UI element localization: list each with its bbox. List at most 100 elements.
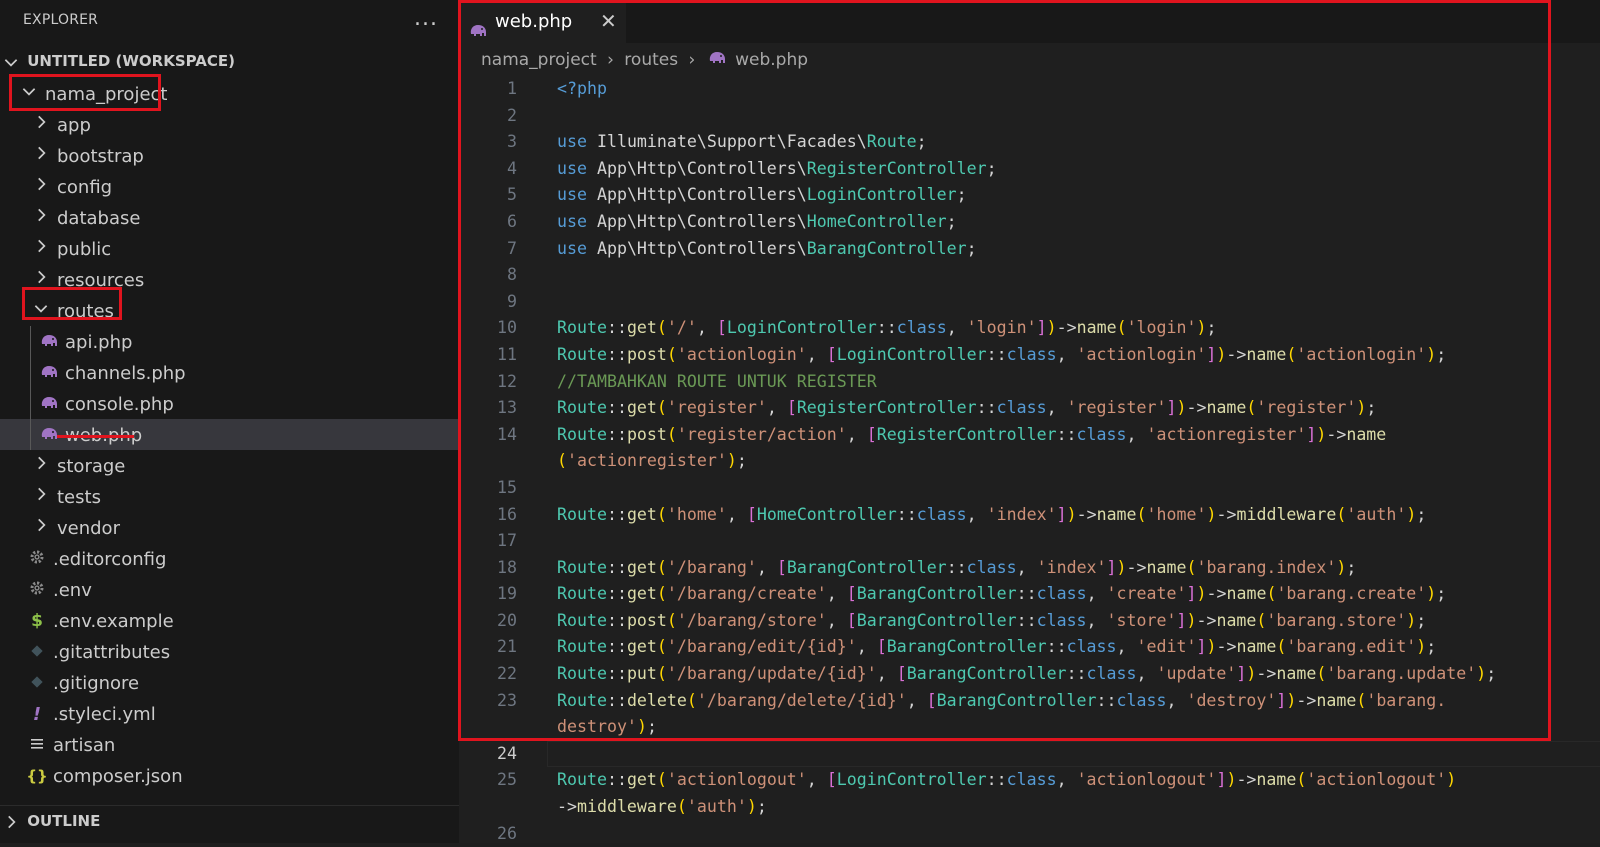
tab-web-php[interactable]: web.php ✕: [459, 0, 626, 44]
chevron-right-icon: [30, 203, 52, 234]
code-line[interactable]: 9: [459, 289, 1600, 316]
code-token: ): [1246, 664, 1257, 684]
code-line[interactable]: 18 Route::get('/barang', [BarangControlle…: [459, 555, 1600, 582]
code-line[interactable]: ->middleware('auth');: [459, 794, 1600, 821]
tree-item-editorconfig[interactable]: .editorconfig: [0, 543, 459, 574]
code-line[interactable]: 17: [459, 528, 1600, 555]
code-line[interactable]: 15: [459, 475, 1600, 502]
tree-item-env[interactable]: .env: [0, 574, 459, 605]
code-line[interactable]: 4 use App\Http\Controllers\RegisterContro…: [459, 156, 1600, 183]
code-token: [: [846, 610, 857, 630]
tree-item-console-php[interactable]: console.php: [0, 388, 459, 419]
code-line[interactable]: 10 Route::get('/', [LoginController::clas…: [459, 315, 1600, 342]
code-token: ::: [976, 398, 997, 418]
code-token: ::: [606, 424, 627, 444]
tree-item-storage[interactable]: storage: [0, 450, 459, 481]
tree-item-routes[interactable]: routes: [0, 295, 459, 326]
tree-item-vendor[interactable]: vendor: [0, 512, 459, 543]
breadcrumb-item-file[interactable]: web.php: [735, 50, 808, 70]
code-token: RegisterController: [796, 398, 977, 418]
tree-item-api-php[interactable]: api.php: [0, 326, 459, 357]
php-elephant-icon: [38, 389, 60, 420]
code-line[interactable]: destroy');: [459, 714, 1600, 741]
code-token: ;: [646, 717, 657, 737]
code-line[interactable]: 8: [459, 262, 1600, 289]
tree-item-label: vendor: [57, 517, 120, 539]
tree-item-app[interactable]: app: [0, 109, 459, 140]
chevron-right-icon: [30, 141, 52, 172]
code-line[interactable]: 6 use App\Http\Controllers\HomeController…: [459, 209, 1600, 236]
code-line[interactable]: ('actionregister');: [459, 448, 1600, 475]
close-icon[interactable]: ✕: [600, 1, 617, 42]
code-line[interactable]: 22 Route::put('/barang/update/{id}', [Bar…: [459, 661, 1600, 688]
code-token: ]: [1186, 584, 1197, 604]
code-line[interactable]: 24: [459, 740, 1600, 768]
code-line[interactable]: 23 Route::delete('/barang/delete/{id}', […: [459, 688, 1600, 715]
code-token: ): [1406, 610, 1417, 630]
line-number: 1: [507, 79, 517, 98]
code-line[interactable]: 13 Route::get('register', [RegisterContro…: [459, 395, 1600, 422]
line-content: <?php: [557, 76, 607, 103]
tree-item-artisan[interactable]: artisan: [0, 729, 459, 760]
code-line[interactable]: 25 Route::get('actionlogout', [LoginContr…: [459, 767, 1600, 794]
code-token: Route: [557, 424, 607, 444]
code-token: App\Http\Controllers\: [596, 158, 807, 178]
code-line[interactable]: 2: [459, 103, 1600, 130]
code-token: class: [916, 504, 967, 524]
code-token: BarangController: [786, 557, 947, 577]
code-token: (: [656, 398, 667, 418]
code-token: 'barang.edit': [1286, 637, 1417, 657]
code-token: Route: [866, 132, 917, 152]
tree-item-bootstrap[interactable]: bootstrap: [0, 140, 459, 171]
code-token: ): [1176, 398, 1187, 418]
code-line[interactable]: 26: [459, 821, 1600, 847]
code-line[interactable]: 21 Route::get('/barang/edit/{id}', [Baran…: [459, 634, 1600, 661]
code-token: ,: [696, 318, 717, 338]
code-token: BarangController: [886, 637, 1047, 657]
tree-item-resources[interactable]: resources: [0, 264, 459, 295]
tree-item-gitattributes[interactable]: .gitattributes: [0, 636, 459, 667]
tree-item-channels-php[interactable]: channels.php: [0, 357, 459, 388]
code-token: ,: [1086, 584, 1107, 604]
line-number: 5: [507, 185, 517, 205]
code-line[interactable]: 19 Route::get('/barang/create', [BarangCo…: [459, 581, 1600, 608]
more-actions-icon[interactable]: ...: [414, 6, 438, 31]
chevron-right-icon: [30, 451, 52, 482]
tree-item-config[interactable]: config: [0, 171, 459, 202]
workspace-header[interactable]: UNTITLED (WORKSPACE): [0, 47, 459, 75]
code-token: middleware: [1236, 504, 1337, 524]
code-line[interactable]: 16 Route::get('home', [HomeController::cl…: [459, 502, 1600, 529]
code-token: ->: [1186, 398, 1207, 418]
code-token: (: [1296, 770, 1307, 790]
code-line[interactable]: 1 <?php: [459, 76, 1600, 103]
breadcrumb-item-routes[interactable]: routes: [624, 50, 678, 70]
tree-item-nama-project[interactable]: nama_project: [0, 78, 459, 109]
line-number: 9: [507, 291, 517, 311]
breadcrumb-item-project[interactable]: nama_project: [481, 50, 597, 70]
code-line[interactable]: 14 Route::post('register/action', [Regist…: [459, 422, 1600, 449]
line-content: Route::post('register/action', [Register…: [557, 422, 1386, 449]
outline-header[interactable]: OUTLINE: [0, 805, 459, 836]
code-line[interactable]: 7 use App\Http\Controllers\BarangControll…: [459, 236, 1600, 263]
code-line[interactable]: 12 //TAMBAHKAN ROUTE UNTUK REGISTER: [459, 369, 1600, 396]
tree-item-database[interactable]: database: [0, 202, 459, 233]
code-token: BarangController: [856, 584, 1017, 604]
tree-item-gitignore[interactable]: .gitignore: [0, 667, 459, 698]
code-token: 'login': [966, 318, 1037, 338]
code-token: ::: [946, 557, 967, 577]
code-token: ;: [956, 185, 967, 205]
code-line[interactable]: 11 Route::post('actionlogin', [LoginContr…: [459, 342, 1600, 369]
code-line[interactable]: 20 Route::post('/barang/store', [BarangCo…: [459, 608, 1600, 635]
code-token: ): [726, 451, 737, 471]
tree-item-env-example[interactable]: $ .env.example: [0, 605, 459, 636]
tree-item-styleci-yml[interactable]: ! .styleci.yml: [0, 698, 459, 729]
tree-item-label: routes: [57, 300, 114, 322]
code-token: '/barang/store': [676, 610, 827, 630]
code-token: ::: [606, 690, 627, 710]
code-editor[interactable]: 1 <?php 2 3 use Illuminate\Support\Facades\R…: [459, 76, 1600, 847]
tree-item-public[interactable]: public: [0, 233, 459, 264]
tree-item-composer-json[interactable]: {} composer.json: [0, 760, 459, 791]
tree-item-tests[interactable]: tests: [0, 481, 459, 512]
code-line[interactable]: 3 use Illuminate\Support\Facades\Route;: [459, 129, 1600, 156]
code-line[interactable]: 5 use App\Http\Controllers\LoginControlle…: [459, 182, 1600, 209]
